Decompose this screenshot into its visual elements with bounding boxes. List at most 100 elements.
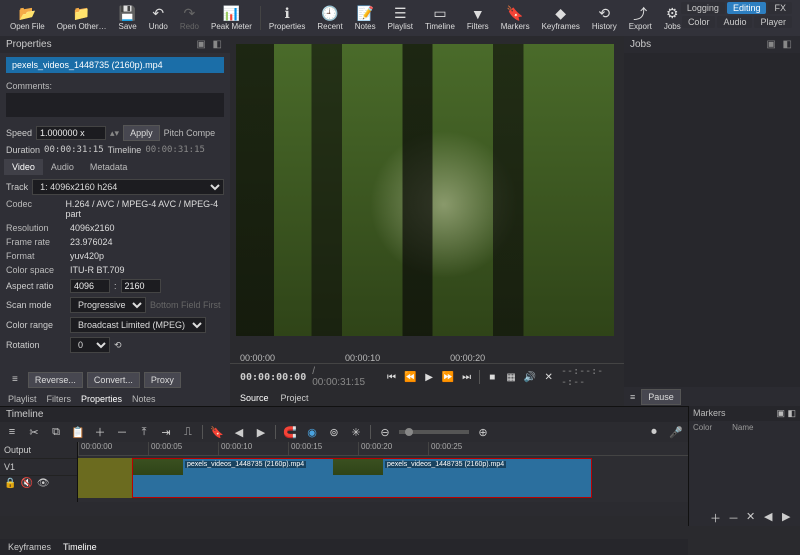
tab-properties[interactable]: Properties [81,394,122,404]
tl-marker-icon[interactable]: 🔖 [209,424,225,440]
tl-overwrite-icon[interactable]: ⇥ [158,424,174,440]
timeline-button[interactable]: ▭Timeline [419,4,461,33]
tab-playlist[interactable]: Playlist [8,394,37,404]
tl-record-icon[interactable]: ⏺ [646,424,662,440]
marker-next-icon[interactable]: ▶ [782,510,796,524]
marker-remove-icon[interactable]: － [728,510,742,524]
tl-remove-icon[interactable]: － [114,424,130,440]
undo-button[interactable]: ↶Undo [143,4,174,33]
current-time[interactable]: 00:00:00:00 [240,372,306,383]
speed-input[interactable] [36,126,106,140]
tl-next-icon[interactable]: ▶ [253,424,269,440]
tab-metadata[interactable]: Metadata [82,159,136,175]
recent-button[interactable]: 🕘Recent [311,4,348,33]
layout-editing[interactable]: Editing [727,2,767,14]
tl-prev-icon[interactable]: ◀ [231,424,247,440]
keyframes-button[interactable]: ◆Keyframes [536,4,586,33]
tl-menu-icon[interactable]: ≡ [4,424,20,440]
volume-icon[interactable]: 🔊 [523,369,536,385]
tl-zoom-out-icon[interactable]: ⊖ [377,424,393,440]
redo-button[interactable]: ↷Redo [174,4,205,33]
speed-stepper-icon[interactable]: ▴▾ [110,128,119,139]
fastfwd-icon[interactable]: ⏩ [441,369,454,385]
play-icon[interactable]: ▶ [423,369,436,385]
mute-icon[interactable]: ✕ [542,369,555,385]
pitch-checkbox[interactable]: Pitch Compe [164,128,216,138]
scanmode-select[interactable]: Progressive [70,297,146,313]
tl-ripple-all-icon[interactable]: ✳ [348,424,364,440]
notes-button[interactable]: 📝Notes [349,4,382,33]
tl-lift-icon[interactable]: ⤒ [136,424,152,440]
dock-controls-icon[interactable]: ▣ ◧ [196,39,224,50]
markers-button[interactable]: 🔖Markers [495,4,536,33]
convert-button[interactable]: Convert... [87,372,140,388]
layout-color[interactable]: Color [682,16,716,28]
preview-ruler[interactable]: 00:00:0000:00:1000:00:20 [230,340,624,364]
tl-split-icon[interactable]: ⎍ [180,424,196,440]
proxy-button[interactable]: Proxy [144,372,181,388]
aspect-h-input[interactable] [121,279,161,293]
layout-player[interactable]: Player [754,16,792,28]
tl-zoom-in-icon[interactable]: ⊕ [475,424,491,440]
apply-button[interactable]: Apply [123,125,160,141]
keyframes-bottom-tab[interactable]: Keyframes [8,542,51,552]
reverse-button[interactable]: Reverse... [28,372,83,388]
pause-button[interactable]: Pause [641,389,681,405]
layout-audio[interactable]: Audio [717,16,752,28]
track-select[interactable]: 1: 4096x2160 h264 [32,179,224,195]
skip-end-icon[interactable]: ⏭ [460,369,473,385]
timeline-tracks[interactable]: 00:00:0000:00:0500:00:1000:00:1500:00:20… [78,442,688,502]
source-tab[interactable]: Source [240,393,269,403]
track-mute-icon[interactable]: 🔇 [20,478,32,489]
open-other-button[interactable]: 📁Open Other… [51,4,113,33]
layout-logging[interactable]: Logging [681,2,725,14]
tl-add-icon[interactable]: ＋ [92,424,108,440]
marker-clear-icon[interactable]: ✕ [746,510,760,524]
tl-paste-icon[interactable]: 📋 [70,424,86,440]
stop-icon[interactable]: ■ [486,369,499,385]
colorrange-select[interactable]: Broadcast Limited (MPEG) [70,317,206,333]
tl-zoom-slider[interactable] [399,430,469,434]
marker-add-icon[interactable]: ＋ [710,510,724,524]
track-hide-icon[interactable]: 👁 [37,478,50,489]
layout-fx[interactable]: FX [768,2,792,14]
jobs-menu-icon[interactable]: ≡ [630,392,635,402]
history-button[interactable]: ⟲History [586,4,623,33]
tl-snap-icon[interactable]: 🧲 [282,424,298,440]
tl-ripple-icon[interactable]: ⊚ [326,424,342,440]
grid-icon[interactable]: ▦ [505,369,518,385]
save-button[interactable]: 💾Save [113,4,143,33]
project-tab[interactable]: Project [281,393,309,403]
tl-cut-icon[interactable]: ✂ [26,424,42,440]
timeline-ruler[interactable]: 00:00:0000:00:0500:00:1000:00:1500:00:20… [78,442,688,456]
tl-mic-icon[interactable]: 🎤 [668,424,684,440]
skip-start-icon[interactable]: ⏮ [385,369,398,385]
aspect-w-input[interactable] [70,279,110,293]
tab-notes[interactable]: Notes [132,394,156,404]
dock-controls-icon[interactable]: ▣ ◧ [776,408,796,419]
rotation-reset-icon[interactable]: ⟲ [114,340,122,351]
open-file-button[interactable]: 📂Open File [4,4,51,33]
output-strip[interactable] [78,458,132,498]
timeline-bottom-tab[interactable]: Timeline [63,542,97,552]
rotation-select[interactable]: 0 [70,337,110,353]
video-clip[interactable]: pexels_videos_1448735 (2160p).mp4 pexels… [132,458,592,498]
peak-meter-button[interactable]: 📊Peak Meter [205,4,258,33]
tab-filters[interactable]: Filters [47,394,72,404]
tab-audio[interactable]: Audio [43,159,82,175]
track-lock-icon[interactable]: 🔒 [4,478,16,489]
export-button[interactable]: ⤴Export [623,4,658,33]
current-file[interactable]: pexels_videos_1448735 (2160p).mp4 [6,57,224,73]
video-preview[interactable] [236,44,614,336]
dock-controls-icon[interactable]: ▣ ◧ [766,39,794,50]
tl-copy-icon[interactable]: ⧉ [48,424,64,440]
tl-scrub-icon[interactable]: ◉ [304,424,320,440]
filters-button[interactable]: ▼Filters [461,4,495,33]
rewind-icon[interactable]: ⏪ [404,369,417,385]
tab-video[interactable]: Video [4,159,43,175]
properties-button[interactable]: ℹProperties [263,4,311,33]
comments-input[interactable] [6,93,224,117]
marker-prev-icon[interactable]: ◀ [764,510,778,524]
playlist-button[interactable]: ☰Playlist [382,4,419,33]
menu-icon[interactable]: ≡ [6,372,24,388]
